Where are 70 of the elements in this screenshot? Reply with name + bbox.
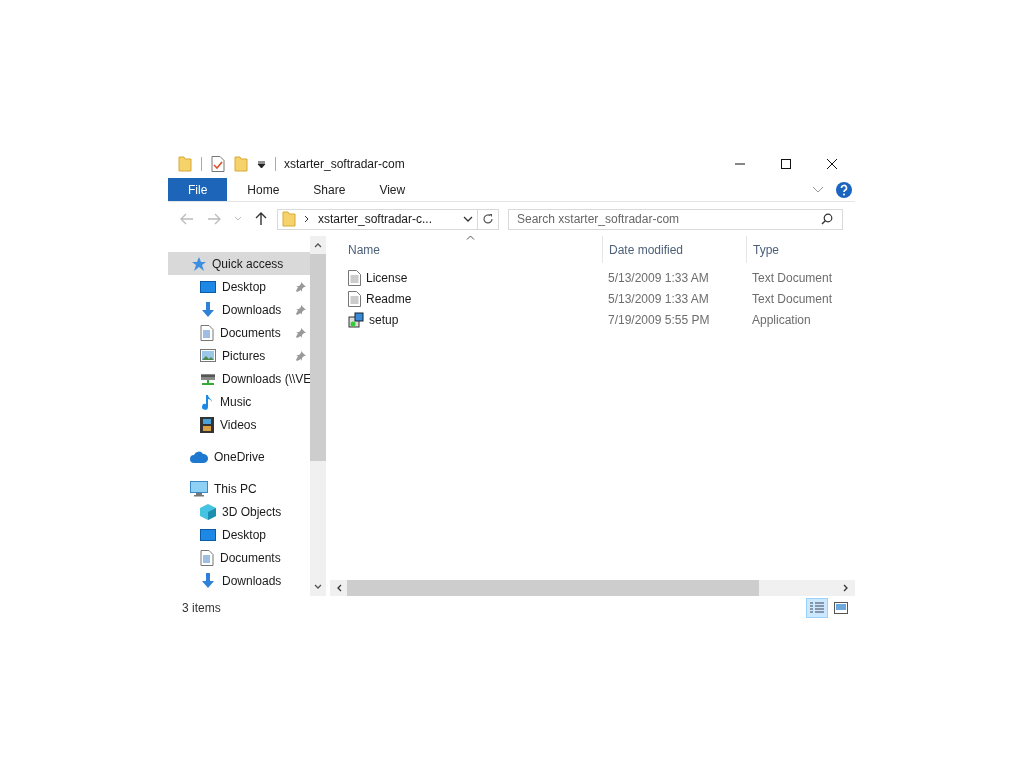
- navigation-item[interactable]: 3D Objects: [168, 500, 310, 523]
- breadcrumb-item[interactable]: xstarter_softradar-c...: [318, 212, 455, 226]
- history-chevron-icon[interactable]: [463, 215, 473, 223]
- column-header[interactable]: Date modified: [602, 236, 746, 263]
- film-strip-icon: [200, 416, 214, 433]
- vertical-scrollbar[interactable]: [310, 236, 326, 596]
- file-name[interactable]: License: [330, 269, 602, 286]
- cube-icon: [200, 503, 216, 520]
- desktop-icon: [200, 279, 216, 294]
- dropdown-caret-icon[interactable]: [257, 159, 266, 169]
- expand-chevron-icon[interactable]: [812, 185, 824, 194]
- desktop-icon: [200, 527, 216, 542]
- item-count: 3 items: [182, 601, 221, 615]
- date-cell-text: 7/19/2009 5:55 PM: [607, 312, 711, 327]
- refresh-icon[interactable]: [482, 213, 494, 225]
- navigation-item[interactable]: Music: [168, 390, 310, 413]
- network-drive-icon: [200, 371, 216, 386]
- navigation-item[interactable]: Downloads: [168, 298, 310, 321]
- search-field[interactable]: Search xstarter_softradar-com: [508, 208, 843, 230]
- computer-icon: [190, 480, 208, 497]
- picture-icon: [200, 349, 216, 362]
- navigation-item[interactable]: Videos: [168, 413, 310, 436]
- date-cell-text: 5/13/2009 1:33 AM: [607, 291, 710, 306]
- properties-checkmark-icon[interactable]: [211, 156, 225, 172]
- file-name[interactable]: Readme: [330, 290, 602, 307]
- column-header[interactable]: Type: [746, 236, 855, 263]
- navigation-item[interactable]: Quick access: [168, 252, 310, 275]
- ribbon-tab[interactable]: Share: [299, 178, 360, 201]
- details-list-icon: [810, 602, 824, 614]
- address-bar[interactable]: xstarter_softradar-c...: [277, 208, 499, 230]
- navigation-item[interactable]: Documents: [168, 321, 310, 344]
- cloud-icon: [190, 450, 208, 463]
- help-icon[interactable]: [836, 181, 852, 198]
- ribbon-tab[interactable]: Home: [233, 178, 294, 201]
- scroll-up-icon[interactable]: [314, 242, 322, 248]
- text-file-icon: [348, 269, 361, 286]
- download-arrow-icon: [200, 572, 216, 589]
- document-icon: [200, 324, 214, 341]
- text-file-icon: [348, 290, 361, 307]
- large-picture-icon: [834, 602, 848, 614]
- column-header[interactable]: Name: [330, 236, 602, 263]
- up-arrow-icon[interactable]: [255, 212, 267, 226]
- type-cell-text: Text Document: [751, 270, 834, 285]
- navigation-item[interactable]: Documents: [168, 546, 310, 569]
- type-cell-text: Application: [751, 312, 812, 327]
- file-tab[interactable]: File: [168, 178, 228, 201]
- window-title: xstarter_softradar-com: [284, 157, 405, 171]
- document-icon: [200, 549, 214, 566]
- date-cell-text: 5/13/2009 1:33 AM: [607, 270, 710, 285]
- installer-icon: [348, 311, 364, 328]
- navigation-item[interactable]: Downloads (\\VE: [168, 367, 310, 390]
- navigation-item[interactable]: OneDrive: [168, 445, 310, 468]
- star-icon: [190, 255, 206, 272]
- download-arrow-icon: [200, 301, 216, 318]
- type-cell-text: Text Document: [751, 291, 834, 306]
- music-note-icon: [200, 393, 214, 410]
- horizontal-scrollbar[interactable]: [330, 580, 855, 596]
- navigation-item[interactable]: Pictures: [168, 344, 310, 367]
- folder-icon: [282, 211, 296, 227]
- navigation-item[interactable]: This PC: [168, 477, 310, 500]
- navigation-item[interactable]: Desktop: [168, 275, 310, 298]
- scroll-left-icon[interactable]: [336, 584, 342, 592]
- breadcrumb-chevron-icon[interactable]: [304, 215, 310, 223]
- navigation-item[interactable]: Downloads: [168, 569, 310, 592]
- file-name[interactable]: setup: [330, 311, 602, 328]
- scroll-down-icon[interactable]: [314, 584, 322, 590]
- search-icon: [821, 212, 833, 225]
- ribbon-tab[interactable]: View: [365, 178, 420, 201]
- navigation-item[interactable]: Desktop: [168, 523, 310, 546]
- scroll-right-icon[interactable]: [843, 584, 849, 592]
